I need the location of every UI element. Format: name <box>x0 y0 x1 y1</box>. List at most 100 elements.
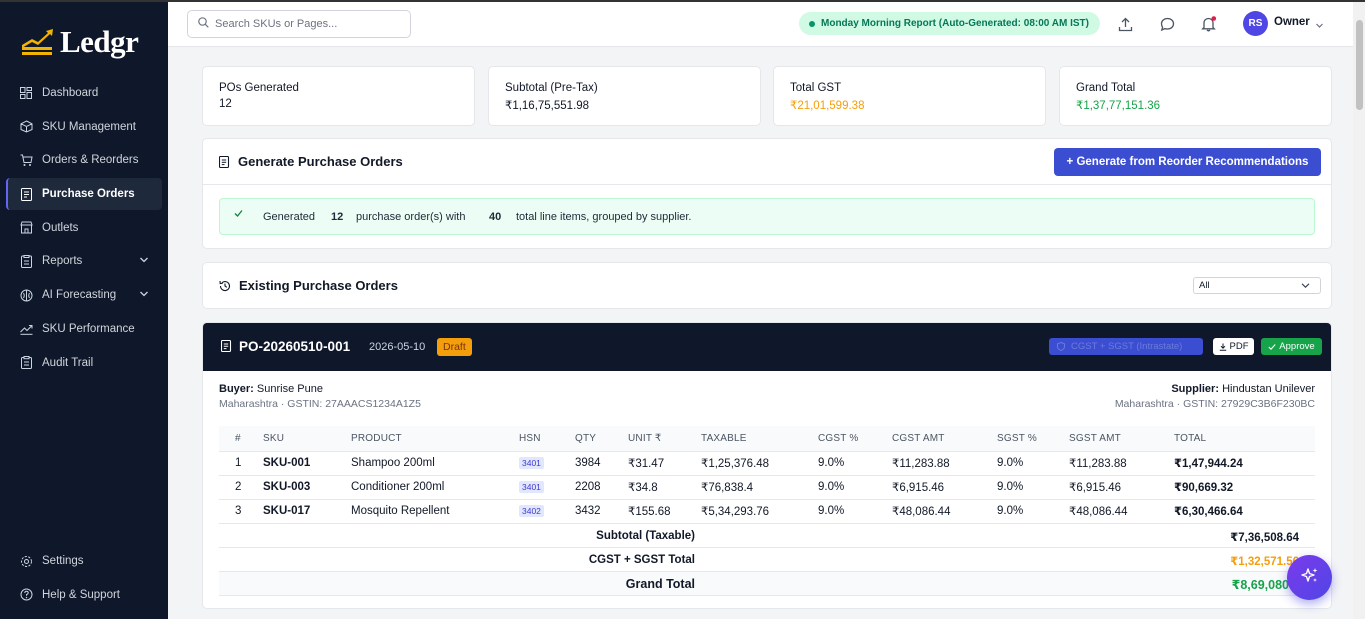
generate-from-recommendations-button[interactable]: + Generate from Reorder Recommendations <box>1054 148 1321 176</box>
po-line-items-table: # SKU PRODUCT HSN QTY UNIT ₹ TAXABLE CGS… <box>219 426 1315 524</box>
po-number[interactable]: PO-20260510-001 <box>239 339 350 354</box>
sku-code: SKU-001 <box>263 451 351 476</box>
sidebar-item-reports[interactable]: Reports <box>6 245 162 277</box>
store-icon <box>19 221 33 235</box>
column-header: UNIT ₹ <box>628 426 701 452</box>
gst-type-text: CGST + SGST (Intrastate) <box>1071 341 1183 352</box>
column-header: CGST AMT <box>892 426 997 452</box>
search-input[interactable] <box>215 18 395 30</box>
sgst-rate: 9.0% <box>997 475 1069 500</box>
chevron-down-icon[interactable] <box>139 255 149 268</box>
column-header: QTY <box>575 426 628 452</box>
top-bar: Monday Morning Report (Auto-Generated: 0… <box>168 2 1353 47</box>
column-header: # <box>219 426 263 452</box>
qty: 2208 <box>575 475 628 500</box>
product-name: Shampoo 200ml <box>351 451 519 476</box>
ai-assistant-button[interactable] <box>1287 555 1332 600</box>
taxable: ₹1,25,376.48 <box>701 451 818 476</box>
download-icon <box>1219 343 1227 351</box>
supplier-name: Hindustan Unilever <box>1222 383 1315 395</box>
table-header-row: # SKU PRODUCT HSN QTY UNIT ₹ TAXABLE CGS… <box>219 426 1315 452</box>
cgst-rate: 9.0% <box>818 475 892 500</box>
sidebar-item-label: Dashboard <box>42 87 99 99</box>
stat-card-subtotal: Subtotal (Pre-Tax) ₹1,16,75,551.98 <box>488 66 761 126</box>
status-dot <box>809 20 815 27</box>
sidebar-item-ai-forecasting[interactable]: AI Forecasting <box>6 279 162 311</box>
stat-value: ₹1,16,75,551.98 <box>505 100 590 112</box>
line-total: ₹90,669.32 <box>1174 475 1315 500</box>
trend-icon <box>19 322 33 336</box>
avatar[interactable]: RS <box>1243 11 1268 36</box>
download-pdf-button[interactable]: PDF <box>1213 338 1254 355</box>
upload-icon[interactable] <box>1116 15 1134 33</box>
hsn-badge: 3401 <box>519 481 544 493</box>
taxable: ₹5,34,293.76 <box>701 499 818 524</box>
column-header: TAXABLE <box>701 426 818 452</box>
document-icon <box>19 187 33 201</box>
check-icon <box>234 209 243 221</box>
sidebar-item-label: AI Forecasting <box>42 289 117 302</box>
gear-icon <box>19 554 33 568</box>
column-header: PRODUCT <box>351 426 519 452</box>
check-icon <box>1268 343 1276 351</box>
sidebar-item-sku-performance[interactable]: SKU Performance <box>6 313 162 345</box>
report-status-badge[interactable]: Monday Morning Report (Auto-Generated: 0… <box>799 12 1100 35</box>
sidebar-item-orders-reorders[interactable]: Orders & Reorders <box>6 144 162 176</box>
success-text-mid: purchase order(s) with <box>356 211 466 223</box>
sidebar-item-label: Settings <box>42 555 84 567</box>
search-box[interactable] <box>187 10 411 38</box>
stat-label: Total GST <box>790 82 842 94</box>
cart-icon <box>19 153 33 167</box>
generate-po-card: Generate Purchase Orders + Generate from… <box>202 138 1332 249</box>
page-scrollbar[interactable] <box>1353 2 1365 619</box>
brand-logo[interactable]: Ledgr <box>20 24 139 60</box>
row-index: 3 <box>219 499 263 524</box>
chevron-down-icon[interactable] <box>1315 19 1324 33</box>
chart-logo-icon <box>22 29 53 55</box>
stat-card-pos-generated: POs Generated 12 <box>202 66 475 126</box>
table-row: 3 SKU-017 Mosquito Repellent 3402 3432 ₹… <box>219 499 1315 524</box>
search-icon <box>198 17 209 31</box>
report-icon <box>19 254 33 268</box>
po-header: PO-20260510-001 2026-05-10 Draft CGST + … <box>203 323 1331 371</box>
status-filter-select[interactable]: All <box>1193 277 1321 294</box>
sidebar-item-audit-trail[interactable]: Audit Trail <box>6 347 162 379</box>
sidebar-item-settings[interactable]: Settings <box>6 545 162 577</box>
hsn-badge: 3402 <box>519 505 544 517</box>
cgst-amount: ₹48,086.44 <box>892 499 997 524</box>
sidebar-item-outlets[interactable]: Outlets <box>6 212 162 244</box>
sidebar-item-help-support[interactable]: Help & Support <box>6 579 162 611</box>
divider <box>203 184 1331 185</box>
section-title-text: Existing Purchase Orders <box>239 278 398 293</box>
hsn-badge: 3401 <box>519 457 544 469</box>
sidebar-item-purchase-orders[interactable]: Purchase Orders <box>6 178 162 211</box>
user-role[interactable]: Owner <box>1274 16 1310 28</box>
unit-price: ₹155.68 <box>628 499 701 524</box>
chevron-down-icon[interactable] <box>139 289 149 302</box>
sidebar-item-sku-management[interactable]: SKU Management <box>6 111 162 143</box>
buyer-label: Buyer: <box>219 383 254 395</box>
scrollbar-thumb[interactable] <box>1356 20 1363 110</box>
document-icon <box>219 155 230 168</box>
column-header: SGST % <box>997 426 1069 452</box>
grand-total-value: ₹8,69,080 <box>1231 578 1289 592</box>
sidebar-item-label: Outlets <box>42 221 79 234</box>
stat-card-grand-total: Grand Total ₹1,37,77,151.36 <box>1059 66 1332 126</box>
dashboard-icon <box>19 86 33 100</box>
approve-button[interactable]: Approve <box>1261 338 1322 355</box>
column-header: SGST AMT <box>1069 426 1174 452</box>
column-header: CGST % <box>818 426 892 452</box>
brand-name: Ledgr <box>60 24 139 59</box>
line-total: ₹6,30,466.64 <box>1174 499 1315 524</box>
column-header: HSN <box>519 426 575 452</box>
brain-icon <box>19 288 33 302</box>
chat-icon[interactable] <box>1158 15 1176 33</box>
purchase-order-card: PO-20260510-001 2026-05-10 Draft CGST + … <box>202 322 1332 609</box>
bell-icon[interactable] <box>1200 15 1218 33</box>
column-header: SKU <box>263 426 351 452</box>
report-status-text: Monday Morning Report (Auto-Generated: 0… <box>821 18 1089 29</box>
cgst-amount: ₹6,915.46 <box>892 475 997 500</box>
stat-value: 12 <box>219 98 232 110</box>
sidebar-item-dashboard[interactable]: Dashboard <box>6 77 162 109</box>
chevron-down-icon <box>1301 281 1310 293</box>
